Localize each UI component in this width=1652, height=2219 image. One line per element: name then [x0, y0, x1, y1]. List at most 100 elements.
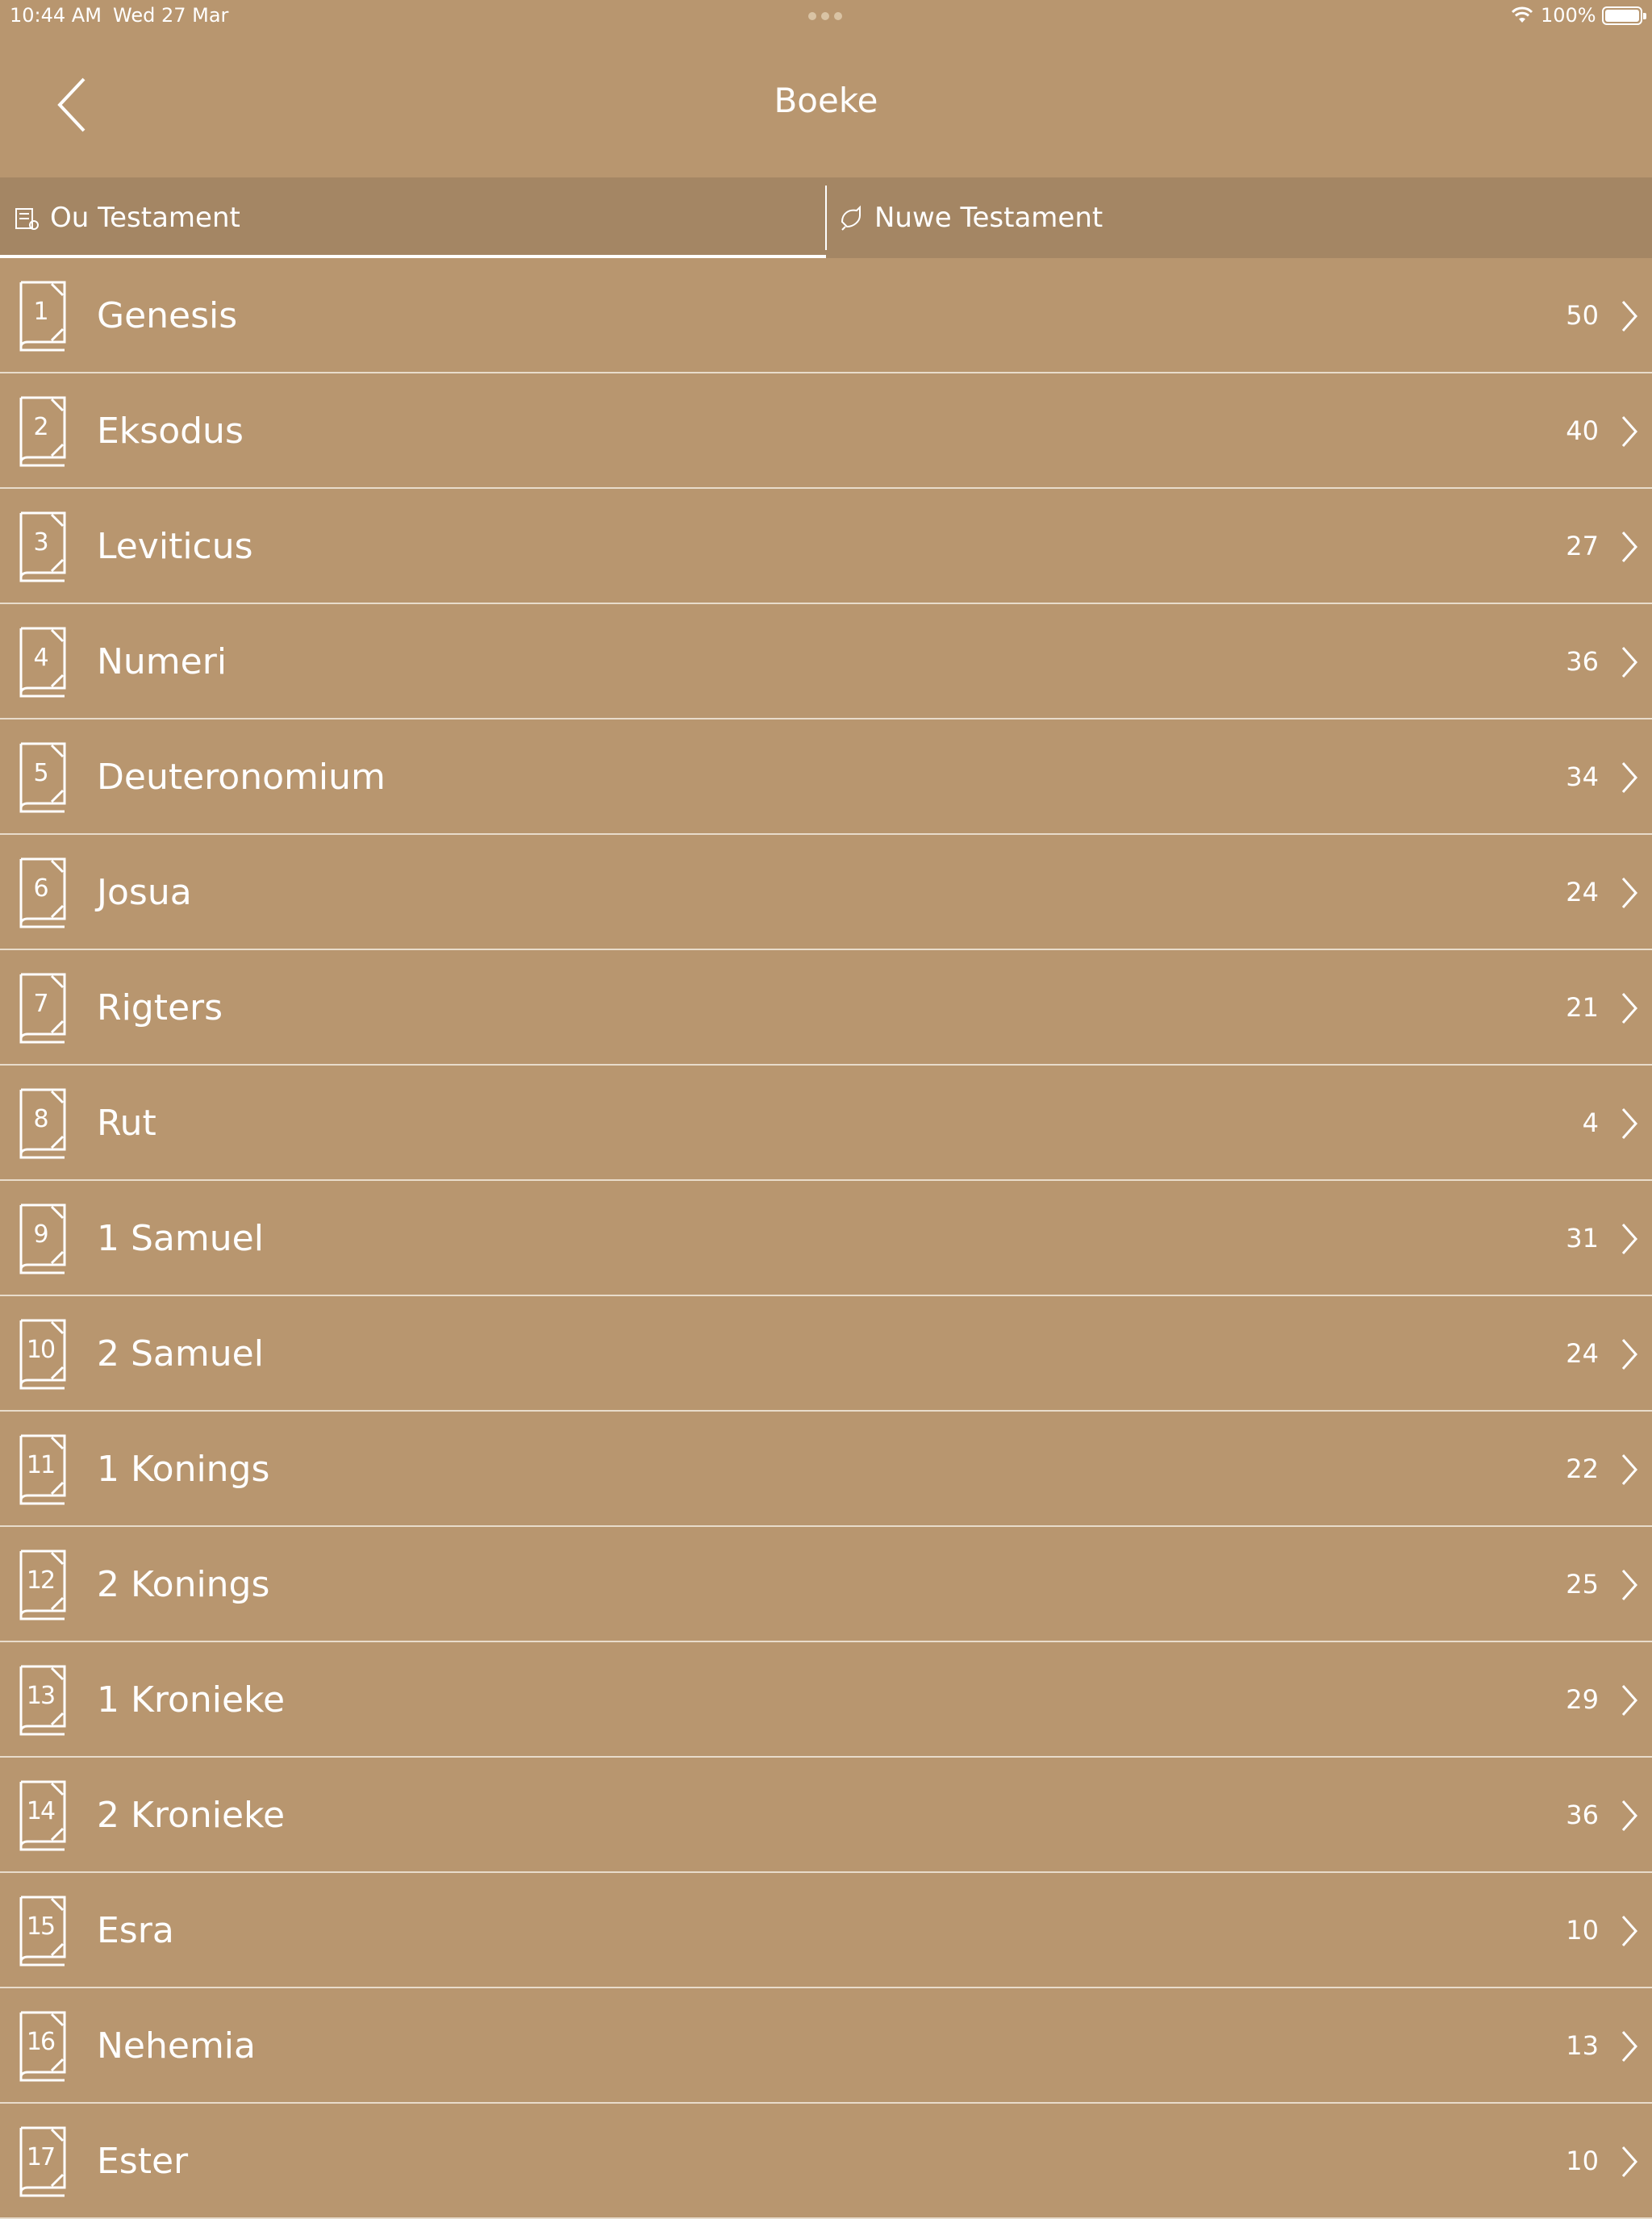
book-name: 1 Samuel	[97, 1218, 264, 1259]
book-number: 4	[33, 643, 48, 672]
book-name: 2 Samuel	[97, 1333, 264, 1374]
book-number: 14	[26, 1796, 56, 1825]
navigation-bar: Boeke	[0, 32, 1652, 177]
chevron-right-icon	[1621, 1108, 1638, 1139]
book-name: Rigters	[97, 987, 223, 1028]
book-name: Ester	[97, 2141, 189, 2182]
book-row[interactable]: 12 2 Konings 25	[0, 1527, 1652, 1642]
page-title: Boeke	[774, 81, 878, 120]
chapter-count: 34	[1566, 761, 1599, 792]
chapter-count: 22	[1566, 1454, 1599, 1484]
chevron-right-icon	[1621, 416, 1638, 447]
book-row[interactable]: 11 1 Konings 22	[0, 1412, 1652, 1527]
chevron-right-icon	[1621, 1916, 1638, 1946]
multitasking-dots-icon[interactable]	[808, 12, 842, 20]
chevron-right-icon	[1621, 1800, 1638, 1831]
chapter-count: 24	[1566, 1338, 1599, 1369]
chevron-right-icon	[1621, 1685, 1638, 1716]
book-name: Rut	[97, 1103, 156, 1144]
book-name: 1 Konings	[97, 1449, 270, 1490]
book-row[interactable]: 15 Esra 10	[0, 1873, 1652, 1988]
book-list: 1 Genesis 50 2 Eksodus 40 3 Leviticus 27	[0, 258, 1652, 2219]
book-name: Genesis	[97, 295, 238, 336]
book-name: 2 Kronieke	[97, 1795, 286, 1836]
chapter-count: 4	[1582, 1107, 1599, 1138]
scroll-icon	[15, 208, 39, 230]
book-row[interactable]: 7 Rigters 21	[0, 950, 1652, 1066]
book-number: 8	[33, 1104, 48, 1133]
chevron-right-icon	[1621, 1339, 1638, 1370]
chapter-count: 24	[1566, 877, 1599, 907]
chapter-count: 21	[1566, 992, 1599, 1023]
chevron-right-icon	[1621, 647, 1638, 678]
chapter-count: 25	[1566, 1569, 1599, 1600]
chapter-count: 31	[1566, 1223, 1599, 1253]
chevron-right-icon	[1621, 2146, 1638, 2177]
dove-icon	[841, 205, 861, 231]
book-name: Leviticus	[97, 526, 253, 567]
book-name: Deuteronomium	[97, 757, 386, 798]
book-row[interactable]: 13 1 Kronieke 29	[0, 1642, 1652, 1758]
book-row[interactable]: 1 Genesis 50	[0, 258, 1652, 373]
book-number: 6	[33, 874, 48, 903]
status-bar: 10:44 AM Wed 27 Mar 100%	[0, 0, 1652, 32]
chevron-right-icon	[1621, 993, 1638, 1024]
book-number: 15	[26, 1912, 56, 1941]
book-number: 9	[33, 1220, 48, 1249]
status-time: 10:44 AM	[10, 4, 102, 27]
book-number: 7	[33, 989, 48, 1018]
chapter-count: 10	[1566, 2146, 1599, 2176]
book-row[interactable]: 10 2 Samuel 24	[0, 1296, 1652, 1412]
wifi-icon	[1511, 6, 1533, 23]
chevron-right-icon	[1621, 878, 1638, 908]
book-number: 13	[26, 1681, 56, 1710]
tab-old-testament[interactable]: Ou Testament	[0, 177, 826, 258]
book-number: 1	[33, 297, 48, 326]
book-number: 5	[33, 758, 48, 787]
chevron-right-icon	[1621, 1454, 1638, 1485]
book-number: 11	[26, 1450, 56, 1479]
book-number: 12	[26, 1566, 56, 1595]
chapter-count: 13	[1566, 2030, 1599, 2061]
book-number: 2	[33, 412, 48, 441]
chapter-count: 10	[1566, 1915, 1599, 1946]
book-row[interactable]: 8 Rut 4	[0, 1066, 1652, 1181]
book-row[interactable]: 2 Eksodus 40	[0, 373, 1652, 489]
book-number: 16	[26, 2027, 56, 2056]
chevron-right-icon	[1621, 762, 1638, 793]
book-name: 1 Kronieke	[97, 1679, 286, 1721]
chevron-right-icon	[1621, 2031, 1638, 2062]
chevron-right-icon	[1621, 301, 1638, 332]
chapter-count: 50	[1566, 300, 1599, 331]
chapter-count: 40	[1566, 415, 1599, 446]
tab-old-testament-label: Ou Testament	[50, 202, 240, 234]
battery-icon	[1602, 6, 1646, 25]
book-row[interactable]: 9 1 Samuel 31	[0, 1181, 1652, 1296]
tab-new-testament-label: Nuwe Testament	[874, 202, 1103, 234]
chapter-count: 29	[1566, 1684, 1599, 1715]
status-date: Wed 27 Mar	[113, 4, 229, 27]
book-row[interactable]: 16 Nehemia 13	[0, 1988, 1652, 2104]
book-row[interactable]: 17 Ester 10	[0, 2104, 1652, 2219]
book-number: 17	[26, 2142, 56, 2171]
book-row[interactable]: 3 Leviticus 27	[0, 489, 1652, 604]
book-name: Josua	[97, 872, 192, 913]
chevron-right-icon	[1621, 532, 1638, 562]
book-name: Numeri	[97, 641, 227, 682]
book-number: 10	[26, 1335, 56, 1364]
chapter-count: 27	[1566, 531, 1599, 561]
book-row[interactable]: 5 Deuteronomium 34	[0, 720, 1652, 835]
battery-percentage: 100%	[1541, 4, 1596, 27]
chapter-count: 36	[1566, 646, 1599, 677]
book-row[interactable]: 14 2 Kronieke 36	[0, 1758, 1652, 1873]
book-row[interactable]: 4 Numeri 36	[0, 604, 1652, 720]
tab-divider	[825, 186, 827, 250]
tab-new-testament[interactable]: Nuwe Testament	[826, 177, 1652, 258]
chapter-count: 36	[1566, 1800, 1599, 1830]
book-name: 2 Konings	[97, 1564, 270, 1605]
book-name: Nehemia	[97, 2025, 256, 2067]
book-name: Eksodus	[97, 411, 244, 452]
chevron-right-icon	[1621, 1224, 1638, 1254]
book-row[interactable]: 6 Josua 24	[0, 835, 1652, 950]
chevron-right-icon	[1621, 1570, 1638, 1600]
